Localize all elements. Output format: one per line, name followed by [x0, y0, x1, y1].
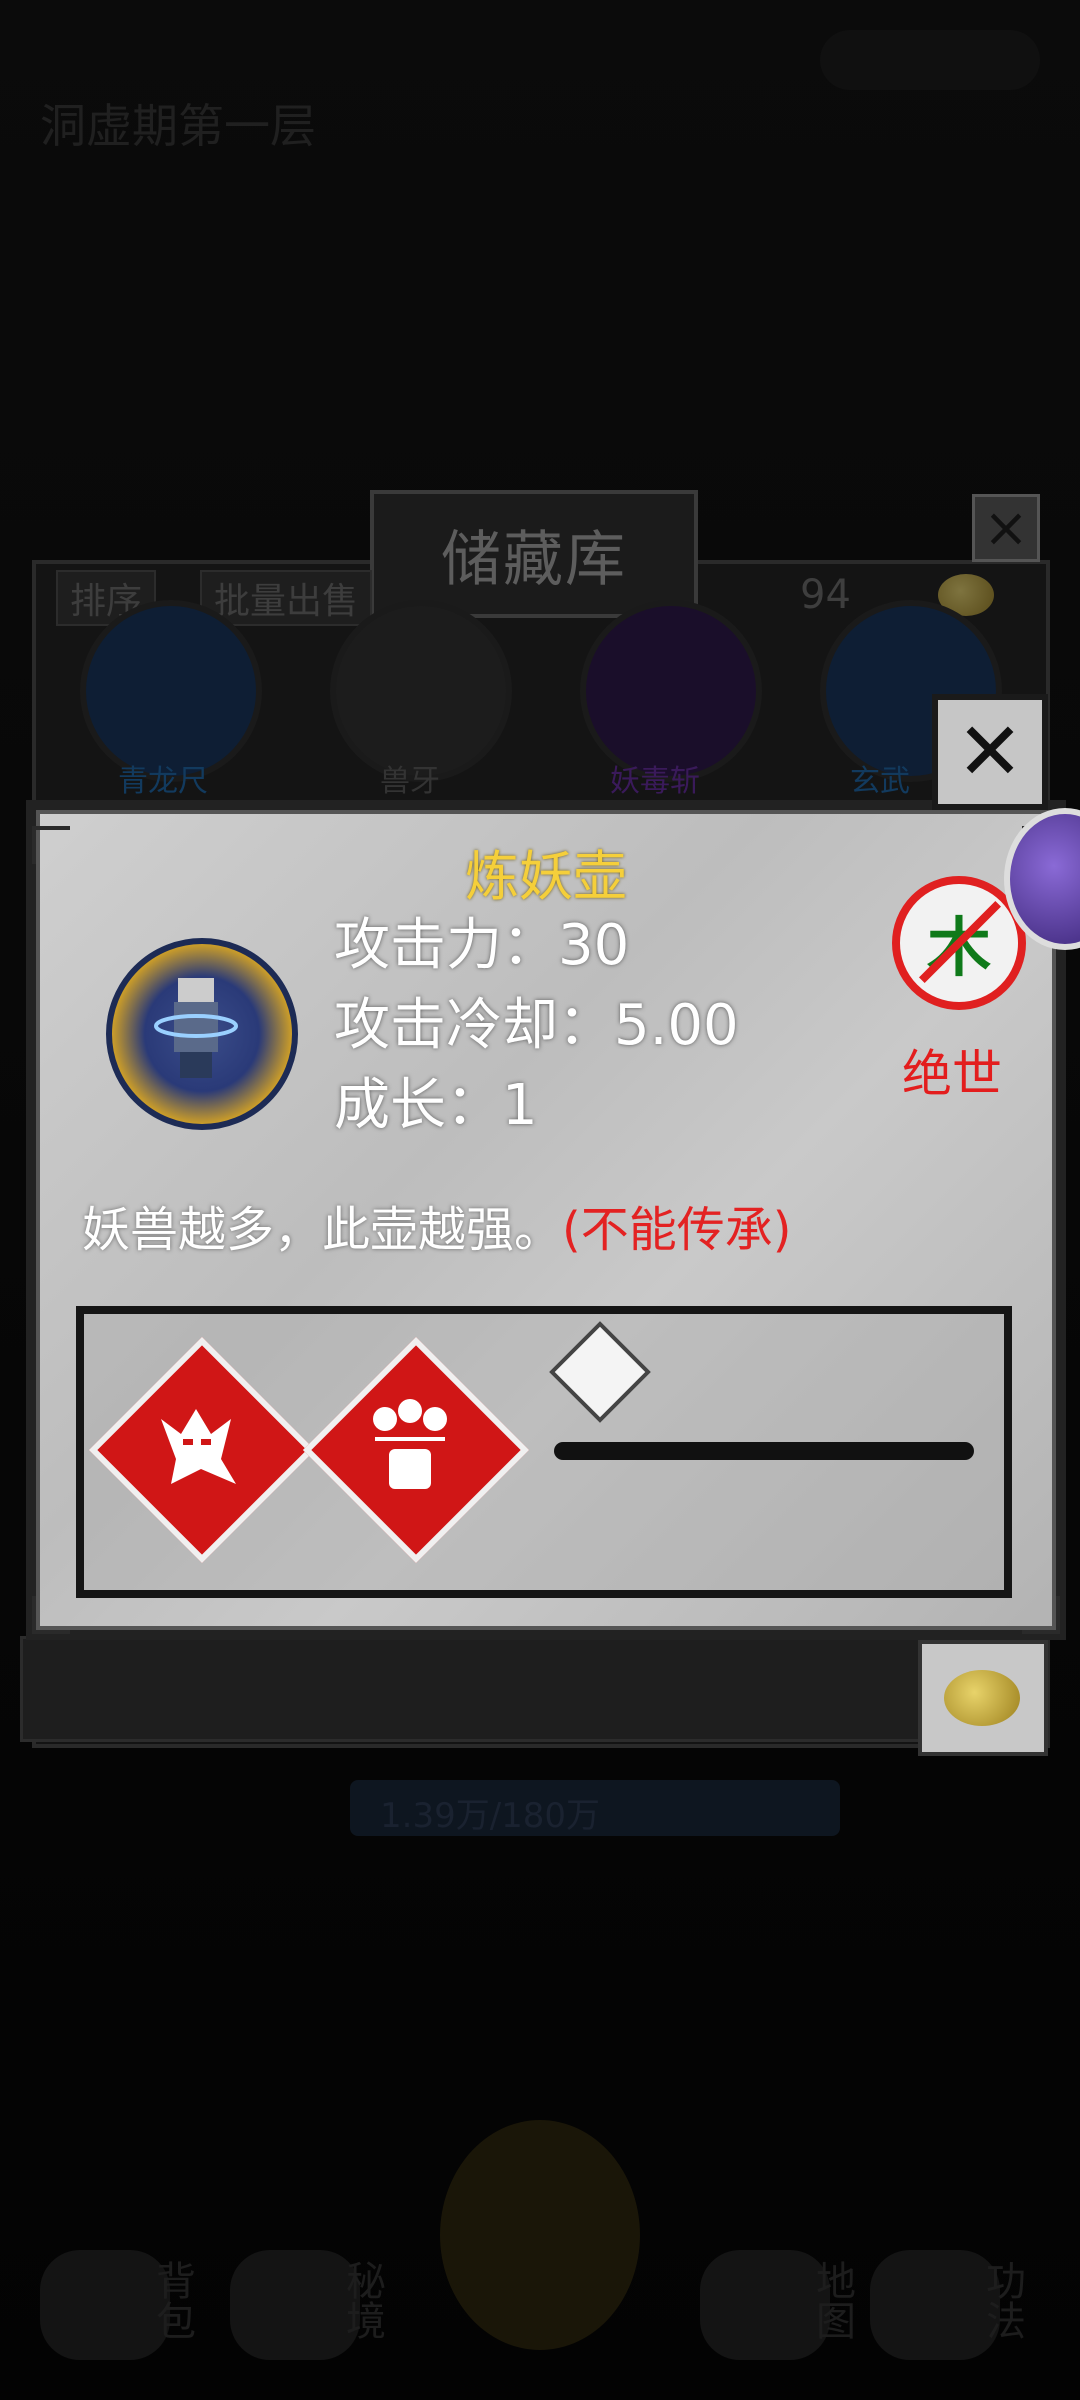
growth-stat: 成长：1	[334, 1060, 538, 1141]
item-detail-popup: 炼妖壶 攻击力：30 攻击冷却：5.00 成长：1 木 绝世 妖兽越多，此壶越强…	[26, 800, 1066, 1640]
attack-value: 30	[558, 913, 630, 978]
attack-label: 攻击力：	[334, 913, 558, 978]
corner-ornament	[1022, 1596, 1060, 1634]
pot-glyph-icon	[310, 1344, 510, 1544]
nav-label-bag: 背包	[149, 2260, 195, 2340]
storage-slot-2[interactable]	[330, 600, 512, 782]
level-up-diamond-icon[interactable]	[549, 1321, 651, 1423]
growth-value: 1	[502, 1073, 538, 1138]
inheritance-note: (不能传承)	[562, 1202, 792, 1258]
top-right-indicator	[820, 30, 1040, 90]
slot-label-1: 青龙尺	[118, 764, 208, 799]
coin-count: 94	[800, 572, 851, 618]
storage-title: 储藏库	[370, 490, 698, 618]
progress-text: 1.39万/180万	[380, 1796, 601, 1836]
rarity-label: 绝世	[902, 1045, 1002, 1103]
cooldown-stat: 攻击冷却：5.00	[334, 980, 739, 1061]
description-text: 妖兽越多，此壶越强。	[82, 1202, 563, 1258]
gold-coin-icon	[944, 1670, 1020, 1726]
popup-close-button[interactable]: ✕	[932, 694, 1048, 810]
nav-label-realm: 秘境	[339, 2260, 385, 2340]
storage-close-button[interactable]: ×	[972, 494, 1040, 562]
ghost-glyph-icon	[96, 1344, 296, 1544]
nav-label-skills: 功法	[979, 2260, 1025, 2340]
location-label: 洞虚期第一层	[40, 99, 316, 153]
slot-label-3: 妖毒斩	[610, 764, 700, 799]
slot-label-2: 兽牙	[380, 764, 440, 799]
nav-label-map: 地图	[809, 2260, 855, 2340]
skills-panel	[76, 1306, 1012, 1598]
sell-coin-button[interactable]	[918, 1640, 1048, 1756]
attack-stat: 攻击力：30	[334, 900, 629, 981]
storage-slot-1[interactable]	[80, 600, 262, 782]
center-action-button[interactable]	[440, 2120, 640, 2350]
demon-pot-icon	[106, 938, 298, 1130]
slot-label-4: 玄武	[850, 764, 910, 799]
corner-ornament	[32, 1596, 70, 1634]
storage-footer	[20, 1636, 926, 1742]
growth-label: 成长：	[334, 1073, 502, 1138]
progress-bar: 1.39万/180万	[350, 1780, 840, 1836]
cooldown-value: 5.00	[614, 993, 739, 1058]
cooldown-label: 攻击冷却：	[334, 993, 614, 1058]
ink-stroke	[554, 1442, 974, 1460]
item-description: 妖兽越多，此壶越强。(不能传承)	[82, 1190, 791, 1260]
storage-slot-3[interactable]	[580, 600, 762, 782]
